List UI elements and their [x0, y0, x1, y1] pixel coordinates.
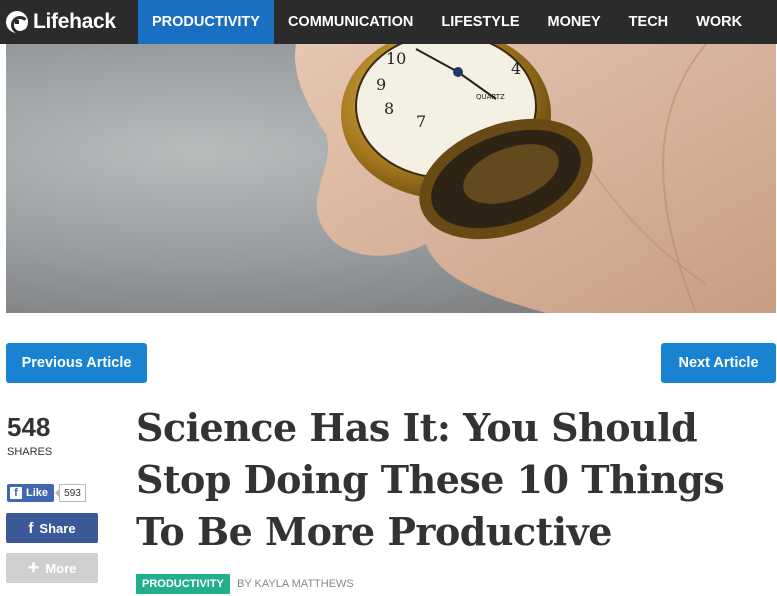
- share-count-label: SHARES: [7, 446, 53, 458]
- nav-item-lifestyle[interactable]: LIFESTYLE: [427, 0, 533, 44]
- facebook-icon: f: [28, 519, 34, 537]
- article-title: Science Has It: You Should Stop Doing Th…: [136, 405, 725, 554]
- nav-item-work[interactable]: WORK: [682, 0, 756, 44]
- plus-icon: +: [27, 557, 40, 579]
- more-button-label: More: [45, 560, 77, 576]
- top-nav: Lifehack PRODUCTIVITY COMMUNICATION LIFE…: [0, 0, 777, 44]
- like-count: 593: [55, 484, 86, 502]
- pocket-watch-illustration: 7 8 9 10 4 QUARTZ: [295, 44, 776, 313]
- category-badge[interactable]: PRODUCTIVITY: [136, 574, 230, 594]
- share-button-label: Share: [39, 520, 76, 536]
- svg-text:7: 7: [416, 112, 426, 131]
- facebook-share-button[interactable]: f Share: [6, 513, 98, 543]
- brand-name: Lifehack: [33, 10, 116, 33]
- hero-image: 7 8 9 10 4 QUARTZ: [6, 44, 776, 313]
- share-count: 548: [7, 412, 51, 442]
- nav-item-communication[interactable]: COMMUNICATION: [274, 0, 427, 44]
- more-share-button[interactable]: + More: [6, 553, 98, 583]
- facebook-icon: f: [10, 487, 22, 499]
- next-article-button[interactable]: Next Article: [661, 343, 776, 383]
- nav-item-money[interactable]: MONEY: [534, 0, 615, 44]
- like-label: Like: [26, 487, 49, 499]
- svg-text:QUARTZ: QUARTZ: [476, 93, 505, 101]
- brand-logo[interactable]: Lifehack: [0, 0, 138, 44]
- svg-text:9: 9: [376, 75, 386, 94]
- svg-text:4: 4: [511, 59, 521, 78]
- lifehack-logo-icon: [6, 11, 29, 34]
- nav-item-productivity[interactable]: PRODUCTIVITY: [138, 0, 274, 44]
- previous-article-button[interactable]: Previous Article: [6, 343, 147, 383]
- facebook-like-button[interactable]: f Like: [7, 484, 54, 502]
- article-byline: BY KAYLA MATTHEWS: [237, 578, 354, 590]
- nav-item-tech[interactable]: TECH: [615, 0, 682, 44]
- svg-text:8: 8: [384, 99, 394, 118]
- svg-text:10: 10: [386, 49, 406, 68]
